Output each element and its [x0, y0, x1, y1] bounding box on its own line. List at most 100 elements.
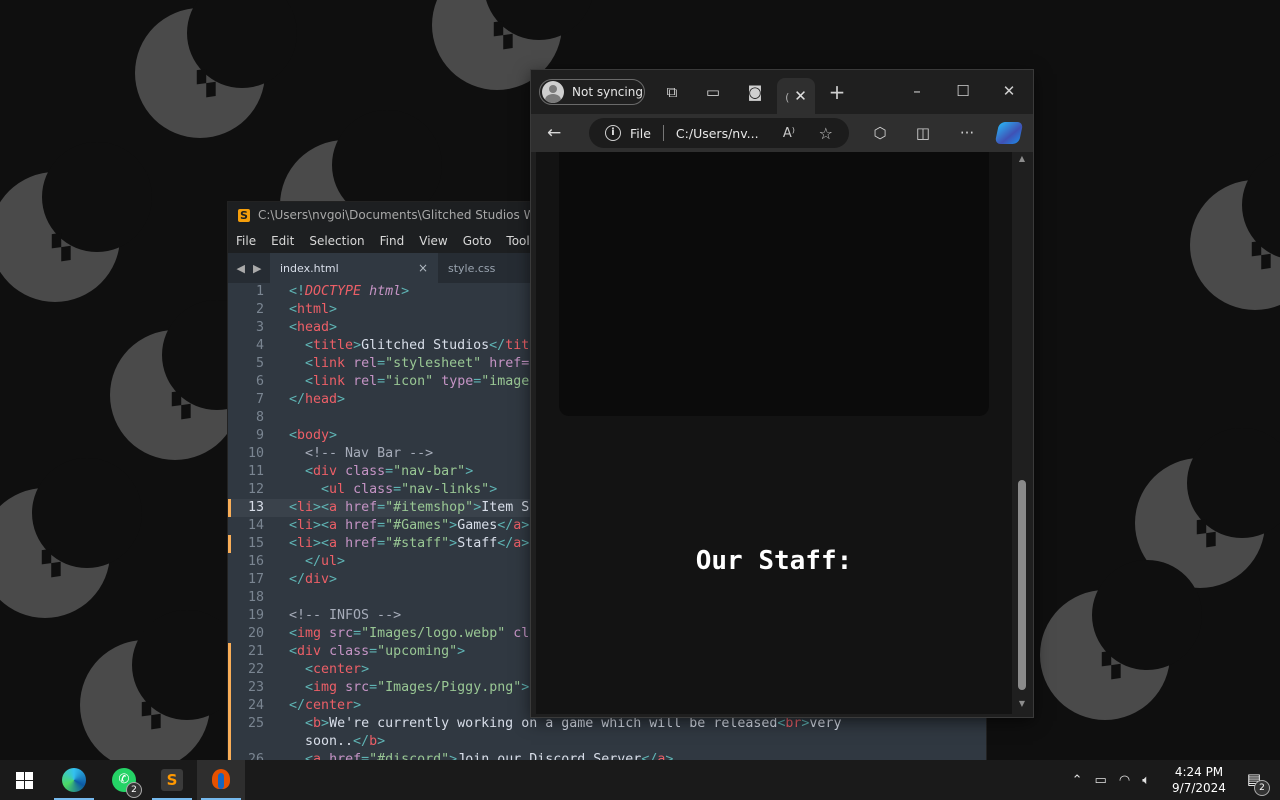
code-text: <center>	[305, 662, 370, 677]
code-text: <!-- Nav Bar -->	[305, 446, 434, 461]
tab-index-html[interactable]: index.html ×	[270, 253, 438, 283]
address-bar[interactable]: i File C:/Users/nv... A⁾ ☆	[589, 118, 849, 148]
browser-tab-strip: Not syncing ⧉ ▭ ◙ ( ✕ + – ☐ ✕	[531, 70, 1033, 114]
line-number: 17	[247, 572, 264, 587]
info-icon[interactable]: i	[605, 125, 621, 141]
code-text: <head>	[289, 320, 338, 335]
line-number: 23	[247, 680, 264, 695]
minimize-icon[interactable]: –	[905, 80, 929, 102]
tab-label: style.css	[448, 261, 496, 275]
code-line[interactable]: soon..</b>	[228, 733, 986, 751]
line-number: 18	[247, 590, 264, 605]
line-number: 21	[247, 644, 264, 659]
profile-status: Not syncing	[572, 85, 643, 99]
tab-style-css[interactable]: style.css	[438, 253, 528, 283]
scroll-down-icon[interactable]: ▼	[1015, 699, 1029, 708]
active-tab[interactable]: ( ✕	[777, 78, 815, 114]
split-screen-icon[interactable]: ◫	[913, 123, 933, 143]
line-number: 6	[255, 374, 264, 389]
address-url[interactable]: C:/Users/nv...	[676, 126, 759, 141]
line-number: 8	[255, 410, 264, 425]
close-window-icon[interactable]: ✕	[997, 80, 1021, 102]
taskbar-edge[interactable]	[50, 760, 98, 800]
code-text: <b>We're currently working on a game whi…	[305, 716, 842, 731]
wallpaper-logo: ▚	[0, 458, 142, 618]
staff-heading: Our Staff:	[695, 546, 853, 576]
page-scrollbar[interactable]: ▲ ▼	[1015, 152, 1029, 712]
web-page-content[interactable]: Our Staff:	[536, 152, 1012, 714]
line-number: 11	[247, 464, 264, 479]
code-text: soon..</b>	[289, 734, 386, 749]
close-tab-icon[interactable]: ×	[418, 261, 428, 275]
tab-actions-icon[interactable]: ▭	[703, 82, 723, 102]
code-line[interactable]: 25 <b>We're currently working on a game …	[228, 715, 986, 733]
more-options-icon[interactable]: ···	[957, 123, 977, 143]
line-number: 7	[255, 392, 264, 407]
code-text: <li><a href="#Games">Games</a>	[289, 518, 530, 533]
code-text: <li><a href="#staff">Staff</a>	[289, 536, 530, 551]
workspaces-icon[interactable]: ⧉	[662, 82, 682, 102]
code-text: <div class="upcoming">	[289, 644, 466, 659]
menu-item-file[interactable]: File	[236, 234, 256, 248]
line-number: 2	[255, 302, 264, 317]
chevron-up-icon[interactable]: ⌃	[1072, 773, 1083, 788]
wallpaper-logo: ▚	[1040, 560, 1202, 720]
taskbar-whatsapp[interactable]: ✆ 2	[100, 760, 148, 800]
clock[interactable]: 4:24 PM 9/7/2024	[1164, 764, 1234, 796]
profile-button[interactable]: Not syncing	[539, 79, 645, 105]
wallpaper-logo: ▚	[135, 0, 297, 138]
wifi-icon[interactable]: ◠	[1119, 773, 1130, 788]
clock-date: 9/7/2024	[1172, 781, 1226, 795]
battery-icon[interactable]: ▭	[1095, 773, 1107, 788]
new-tab-icon[interactable]: +	[827, 82, 847, 102]
extensions-icon[interactable]: ⬡	[870, 123, 890, 143]
menu-item-goto[interactable]: Goto	[463, 234, 492, 248]
address-separator	[662, 125, 664, 141]
scrollbar-thumb[interactable]	[1018, 480, 1026, 690]
code-text: <!-- INFOS -->	[289, 608, 402, 623]
maximize-icon[interactable]: ☐	[951, 80, 975, 102]
windows-logo-icon	[15, 771, 33, 789]
tab-label: index.html	[280, 261, 339, 275]
edge-browser-window[interactable]: Not syncing ⧉ ▭ ◙ ( ✕ + – ☐ ✕ ← i File C…	[531, 70, 1033, 717]
tab-scroll-arrows[interactable]: ◀ ▶	[228, 262, 270, 275]
line-number: 5	[255, 356, 264, 371]
code-text: <html>	[289, 302, 338, 317]
taskbar-sublime[interactable]: S	[148, 760, 196, 800]
wallpaper-logo: ▚	[1190, 150, 1280, 310]
read-aloud-icon[interactable]: A⁾	[783, 126, 795, 141]
address-scheme: File	[630, 125, 651, 141]
browser-app-icon	[210, 768, 232, 792]
line-number: 10	[247, 446, 264, 461]
wallpaper-logo: ▚	[110, 300, 272, 460]
line-number: 13	[247, 500, 264, 515]
menu-item-find[interactable]: Find	[380, 234, 405, 248]
favorite-star-icon[interactable]: ☆	[819, 124, 833, 143]
system-tray: ⌃ ▭ ◠ 🔈︎ 4:24 PM 9/7/2024 ▤ 2	[1066, 760, 1280, 800]
close-tab-icon[interactable]: ✕	[794, 87, 807, 105]
menu-item-selection[interactable]: Selection	[309, 234, 364, 248]
copilot-icon[interactable]	[994, 122, 1024, 144]
code-text: <title>Glitched Studios</tit	[305, 338, 530, 353]
code-text: <body>	[289, 428, 338, 443]
back-arrow-icon[interactable]: ←	[547, 122, 561, 144]
sublime-window-title: C:\Users\nvgoi\Documents\Glitched Studio…	[258, 208, 565, 222]
menu-item-view[interactable]: View	[419, 234, 447, 248]
code-text: </head>	[289, 392, 346, 407]
scroll-up-icon[interactable]: ▲	[1015, 154, 1029, 163]
notification-badge: 2	[1254, 780, 1270, 796]
taskbar-firefox[interactable]	[197, 760, 245, 800]
wallpaper-logo: ▚	[80, 610, 242, 760]
tab-favicon-icon[interactable]: ◙	[745, 82, 765, 102]
browser-toolbar: ← i File C:/Users/nv... A⁾ ☆ ⬡ ◫ ···	[531, 114, 1033, 152]
line-number: 24	[247, 698, 264, 713]
volume-icon[interactable]: 🔈︎	[1142, 773, 1150, 788]
start-button[interactable]	[0, 760, 48, 800]
line-number: 15	[247, 536, 264, 551]
tab-left-arrow-icon[interactable]: ◀	[237, 262, 245, 275]
tab-right-arrow-icon[interactable]: ▶	[253, 262, 261, 275]
menu-item-edit[interactable]: Edit	[271, 234, 294, 248]
code-text: <div class="nav-bar">	[305, 464, 474, 479]
notifications-icon[interactable]: ▤ 2	[1242, 770, 1270, 796]
code-text: </ul>	[305, 554, 346, 569]
